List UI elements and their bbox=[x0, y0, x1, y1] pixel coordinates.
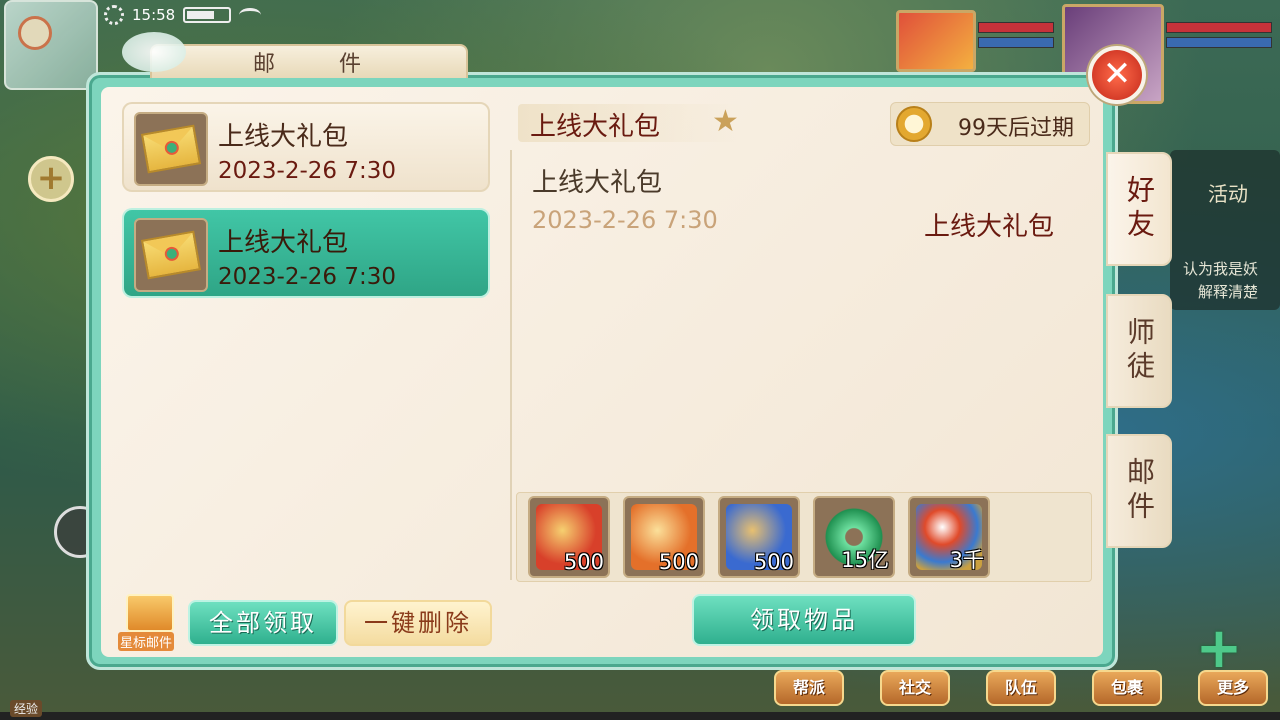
star-mail-button[interactable]: 星标邮件 bbox=[118, 592, 184, 654]
nav-team[interactable]: 队伍 bbox=[986, 670, 1056, 706]
bottom-nav: 帮派 社交 队伍 包裹 更多 bbox=[774, 670, 1268, 706]
mail-subject: 上线大礼包 bbox=[218, 228, 349, 258]
claim-items-button[interactable]: 领取物品 bbox=[692, 594, 916, 646]
hero-mp-bar bbox=[1166, 37, 1272, 48]
reward-qty: 15亿 bbox=[841, 548, 889, 572]
exp-bar bbox=[0, 712, 1280, 720]
mail-list-item[interactable]: 上线大礼包 2023-2-26 7:30 bbox=[122, 102, 490, 192]
more-plus-icon[interactable]: + bbox=[1194, 621, 1244, 677]
pet-mp-bar bbox=[978, 37, 1054, 48]
close-button[interactable]: ✕ bbox=[1088, 46, 1146, 104]
clock-time: 15:58 bbox=[132, 6, 176, 24]
envelope-icon bbox=[134, 218, 208, 292]
reward-qty: 500 bbox=[753, 550, 794, 574]
pet-bars bbox=[978, 22, 1054, 52]
reward-qty: 3千 bbox=[949, 548, 984, 572]
tab-mentor[interactable]: 师徒 bbox=[1106, 294, 1172, 408]
alarm-clock-icon bbox=[896, 106, 932, 142]
delete-all-button[interactable]: 一键删除 bbox=[344, 600, 492, 646]
star-icon[interactable]: ★ bbox=[712, 104, 739, 139]
detail-body-date: 2023-2-26 7:30 bbox=[532, 206, 718, 234]
compass-icon bbox=[18, 16, 52, 50]
reward-item[interactable]: 3千 bbox=[908, 496, 990, 578]
title-char-2: 件 bbox=[339, 52, 366, 77]
close-icon: ✕ bbox=[1102, 54, 1132, 94]
pane-divider bbox=[510, 150, 512, 580]
expire-text: 99天后过期 bbox=[958, 116, 1074, 141]
detail-sender: 上线大礼包 bbox=[924, 212, 1055, 242]
reward-qty: 500 bbox=[563, 550, 604, 574]
game-screen: { "status_bar": {"time": "15:58"}, "wind… bbox=[0, 0, 1280, 720]
reward-item[interactable]: 500 bbox=[623, 496, 705, 578]
detail-subject: 上线大礼包 bbox=[530, 112, 661, 142]
nav-bag[interactable]: 包裹 bbox=[1092, 670, 1162, 706]
envelope-icon bbox=[134, 112, 208, 186]
tab-mail[interactable]: 邮件 bbox=[1106, 434, 1172, 548]
reward-item[interactable]: 500 bbox=[718, 496, 800, 578]
mail-list-item-selected[interactable]: 上线大礼包 2023-2-26 7:30 bbox=[122, 208, 490, 298]
lotus-icon bbox=[122, 32, 186, 72]
star-mail-icon bbox=[126, 594, 174, 632]
mail-date: 2023-2-26 7:30 bbox=[218, 158, 396, 184]
hero-bars bbox=[1166, 22, 1272, 52]
add-icon[interactable]: + bbox=[28, 156, 74, 202]
nav-social[interactable]: 社交 bbox=[880, 670, 950, 706]
reward-item[interactable]: 500 bbox=[528, 496, 610, 578]
mail-subject: 上线大礼包 bbox=[218, 122, 349, 152]
wifi-icon bbox=[239, 8, 262, 22]
detail-body-title: 上线大礼包 bbox=[532, 168, 663, 198]
claim-all-button[interactable]: 全部领取 bbox=[188, 600, 338, 646]
mail-date: 2023-2-26 7:30 bbox=[218, 264, 396, 290]
pet-portrait[interactable] bbox=[896, 10, 976, 72]
exp-label: 经验 bbox=[10, 700, 43, 717]
reward-qty: 500 bbox=[658, 550, 699, 574]
minimap[interactable] bbox=[4, 0, 98, 90]
window-title: 邮 件 bbox=[122, 32, 468, 78]
star-mail-label: 星标邮件 bbox=[118, 632, 175, 651]
tab-friends[interactable]: 好友 bbox=[1106, 152, 1172, 266]
title-char-1: 邮 bbox=[252, 52, 279, 77]
battery-icon bbox=[183, 7, 232, 23]
nav-guild[interactable]: 帮派 bbox=[774, 670, 844, 706]
activity-tab[interactable]: 活动 bbox=[1188, 174, 1268, 214]
gear-icon[interactable] bbox=[104, 5, 124, 25]
status-bar: 15:58 bbox=[104, 4, 262, 26]
pet-hp-bar bbox=[978, 22, 1054, 33]
reward-item[interactable]: 15亿 bbox=[813, 496, 895, 578]
hero-hp-bar bbox=[1166, 22, 1272, 33]
nav-more[interactable]: 更多 bbox=[1198, 670, 1268, 706]
